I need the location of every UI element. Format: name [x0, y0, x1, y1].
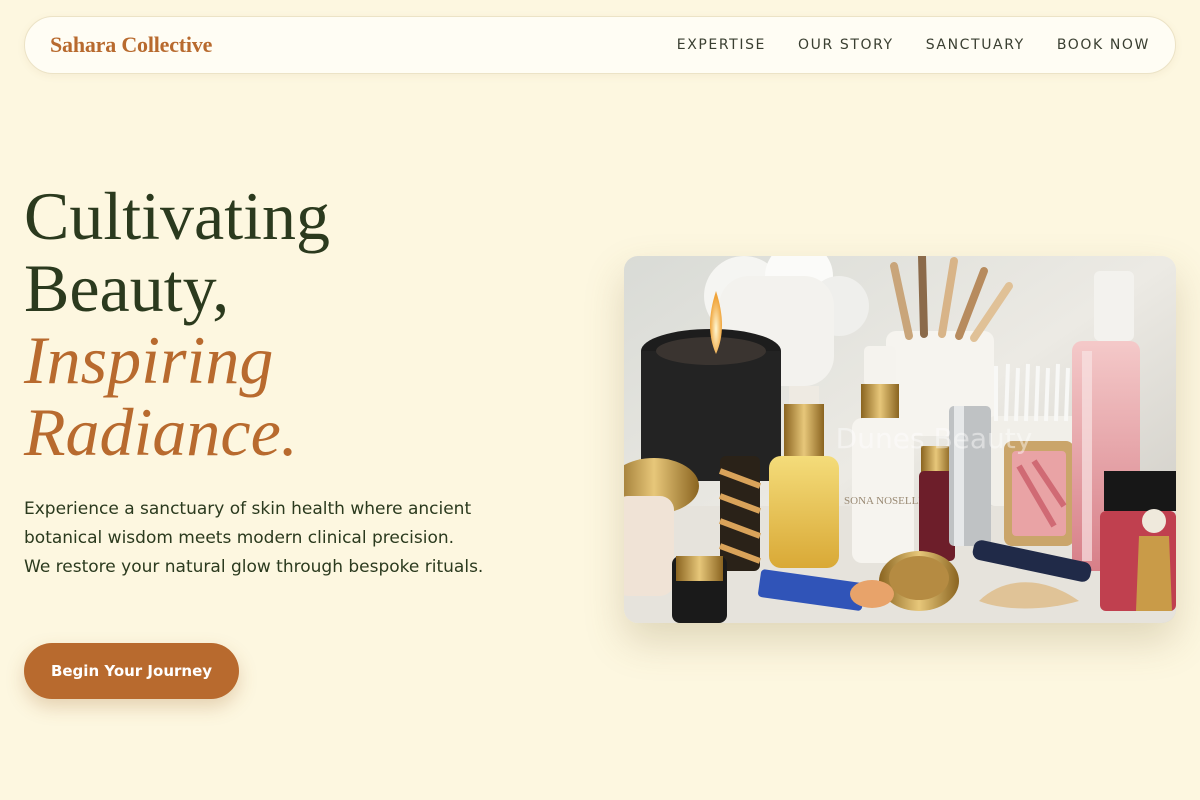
hero-title-line-1: Cultivating — [24, 178, 330, 254]
nav-links: EXPERTISE OUR STORY SANCTUARY BOOK NOW — [677, 37, 1150, 53]
cosmetics-photo-icon: SONA NOSELLI Dunes Beauty — [624, 256, 1176, 623]
hero-title-line-2: Beauty, — [24, 250, 230, 326]
landing-page: Sahara Collective EXPERTISE OUR STORY SA… — [0, 0, 1200, 800]
top-nav: Sahara Collective EXPERTISE OUR STORY SA… — [24, 16, 1176, 74]
bottle-label: SONA NOSELLI — [844, 495, 922, 507]
nav-link-our-story[interactable]: OUR STORY — [798, 37, 894, 53]
brand-logo[interactable]: Sahara Collective — [50, 32, 212, 58]
nav-link-expertise[interactable]: EXPERTISE — [677, 37, 766, 53]
begin-journey-button[interactable]: Begin Your Journey — [24, 643, 239, 699]
hero-description: Experience a sanctuary of skin health wh… — [24, 499, 484, 577]
nav-link-book-now[interactable]: BOOK NOW — [1057, 37, 1150, 53]
hero-image: SONA NOSELLI Dunes Beauty — [624, 256, 1176, 623]
image-watermark: Dunes Beauty — [836, 422, 1033, 455]
hero-title: Cultivating Beauty, Inspiring Radiance. — [24, 180, 330, 468]
hero-accent-line-1: Inspiring — [24, 322, 274, 398]
hero-accent-line-2: Radiance. — [24, 394, 298, 470]
nav-link-sanctuary[interactable]: SANCTUARY — [926, 37, 1025, 53]
